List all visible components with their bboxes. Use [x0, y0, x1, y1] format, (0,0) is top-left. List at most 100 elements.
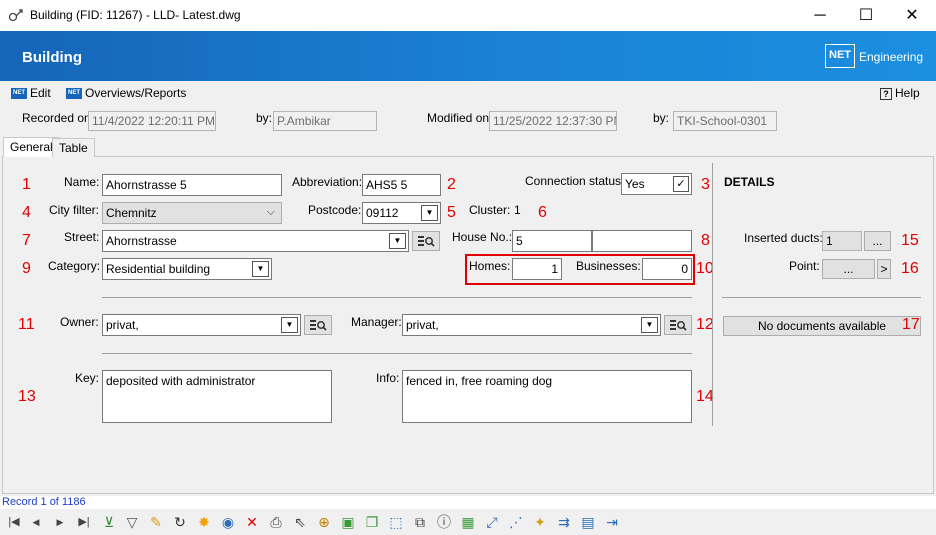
- image-icon[interactable]: ▦: [458, 512, 478, 532]
- recorded-on-field: 11/4/2022 12:20:11 PM: [88, 111, 216, 131]
- search-list-icon: [310, 320, 327, 331]
- exit-icon[interactable]: ⇥: [602, 512, 622, 532]
- street-label: Street:: [64, 230, 100, 244]
- documents-status: No documents available: [723, 316, 921, 336]
- dropdown-arrow-icon[interactable]: ▼: [281, 317, 298, 333]
- delete-icon[interactable]: ✕: [242, 512, 262, 532]
- add-filter-icon[interactable]: ⊻: [99, 512, 119, 532]
- modified-on-label: Modified on:: [427, 111, 493, 125]
- recorded-on-label: Recorded on:: [22, 111, 95, 125]
- dropdown-arrow-icon[interactable]: ▼: [641, 317, 658, 333]
- select-area-icon[interactable]: ⬚: [386, 512, 406, 532]
- globe-icon[interactable]: ◉: [218, 512, 238, 532]
- menu-edit[interactable]: NET Edit: [11, 86, 51, 100]
- homes-label: Homes:: [469, 259, 511, 273]
- street-search-button[interactable]: [412, 231, 440, 251]
- maximize-button[interactable]: ☐: [843, 0, 889, 31]
- house-no-input[interactable]: 5: [512, 230, 592, 252]
- form-title: Building: [22, 49, 82, 66]
- modified-by-field: TKI-School-0301: [673, 111, 777, 131]
- annotation-17: 17: [902, 316, 920, 333]
- owner-select[interactable]: privat, ▼: [102, 314, 301, 336]
- name-input[interactable]: Ahornstrasse 5: [102, 174, 282, 196]
- header-banner: Building NET Engineering: [0, 31, 936, 81]
- city-filter-value: Chemnitz: [106, 206, 157, 220]
- shape-icon[interactable]: ▣: [338, 512, 358, 532]
- search-list-icon: [670, 320, 687, 331]
- point-button[interactable]: ...: [822, 259, 875, 279]
- key-label: Key:: [75, 371, 100, 385]
- house-no-suffix-input[interactable]: [592, 230, 692, 252]
- house-no-label: House No.:: [452, 230, 513, 244]
- annotation-13: 13: [18, 388, 36, 405]
- annotation-9: 9: [22, 260, 31, 277]
- copy-icon[interactable]: ⧉: [410, 512, 430, 532]
- annotation-4: 4: [22, 204, 31, 221]
- connection-status-field[interactable]: Yes ✓: [621, 173, 692, 195]
- connection-status-label: Connection status:: [525, 174, 625, 188]
- businesses-input[interactable]: 0: [642, 258, 692, 280]
- manager-select[interactable]: privat, ▼: [402, 314, 661, 336]
- net-logo: NET: [825, 44, 855, 68]
- annotation-6: 6: [538, 204, 547, 221]
- first-record-icon[interactable]: |◀: [4, 512, 24, 532]
- postcode-select[interactable]: 09112 ▼: [362, 202, 441, 224]
- connection-status-checkbox[interactable]: ✓: [673, 176, 689, 192]
- city-filter-select[interactable]: Chemnitz ⌵: [102, 202, 282, 224]
- new-item-icon[interactable]: ✦: [530, 512, 550, 532]
- menu-overviews-reports[interactable]: NET Overviews/Reports: [66, 86, 186, 100]
- window-title: Building (FID: 11267) - LLD- Latest.dwg: [30, 8, 241, 22]
- zoom-icon[interactable]: ⊕: [314, 512, 334, 532]
- menu-help[interactable]: ? Help: [880, 86, 920, 100]
- cluster-value: 1: [514, 203, 521, 217]
- filter-icon[interactable]: ▽: [122, 512, 142, 532]
- line-tool-icon[interactable]: ⤢: [482, 512, 502, 532]
- abbreviation-input[interactable]: AHS5 5: [362, 174, 441, 196]
- owner-search-button[interactable]: [304, 315, 332, 335]
- abbreviation-label: Abbreviation:: [292, 175, 363, 189]
- dropdown-arrow-icon[interactable]: ▼: [389, 233, 406, 249]
- print-icon[interactable]: ⎙: [266, 512, 286, 532]
- menu-edit-label: Edit: [30, 86, 51, 100]
- inserted-ducts-field: 1: [822, 231, 862, 251]
- dashed-line-icon[interactable]: ⋰: [506, 512, 526, 532]
- table-edit-icon[interactable]: ▤: [578, 512, 598, 532]
- pick-cursor-icon[interactable]: ⇖: [290, 512, 310, 532]
- postcode-label: Postcode:: [308, 203, 362, 217]
- net-icon: NET: [11, 88, 27, 100]
- details-separator: [722, 297, 921, 298]
- info-icon[interactable]: ⓘ: [434, 512, 454, 532]
- duplicate-shape-icon[interactable]: ❐: [362, 512, 382, 532]
- annotation-8: 8: [701, 232, 710, 249]
- category-select[interactable]: Residential building ▼: [102, 258, 272, 280]
- refresh-icon[interactable]: ↻: [170, 512, 190, 532]
- bottom-toolbar: |◀ ◀ ▶ ▶| ⊻ ▽ ✎ ↻ ✸ ◉ ✕ ⎙ ⇖ ⊕ ▣ ❐ ⬚ ⧉ ⓘ …: [0, 509, 936, 535]
- help-icon: ?: [880, 87, 892, 100]
- homes-input[interactable]: 1: [512, 258, 562, 280]
- next-record-icon[interactable]: ▶: [50, 512, 70, 532]
- tab-table[interactable]: Table: [52, 138, 95, 157]
- point-next-button[interactable]: >: [877, 259, 891, 279]
- dropdown-arrow-icon[interactable]: ▼: [421, 205, 438, 221]
- dropdown-arrow-icon[interactable]: ▼: [252, 261, 269, 277]
- key-textarea[interactable]: deposited with administrator: [102, 370, 332, 423]
- modified-by-label: by:: [653, 111, 670, 125]
- info-textarea[interactable]: fenced in, free roaming dog: [402, 370, 692, 423]
- previous-record-icon[interactable]: ◀: [26, 512, 46, 532]
- minimize-button[interactable]: ─: [797, 0, 843, 31]
- street-select[interactable]: Ahornstrasse ▼: [102, 230, 409, 252]
- last-record-icon[interactable]: ▶|: [74, 512, 94, 532]
- highlight-icon[interactable]: ✸: [194, 512, 214, 532]
- manager-search-button[interactable]: [664, 315, 692, 335]
- annotation-2: 2: [447, 176, 456, 193]
- cluster-label: Cluster:: [469, 203, 511, 217]
- edit-pencil-icon[interactable]: ✎: [146, 512, 166, 532]
- owner-value: privat,: [106, 318, 139, 332]
- owner-label: Owner:: [60, 315, 99, 329]
- close-button[interactable]: ✕: [889, 0, 935, 31]
- transfer-icon[interactable]: ⇉: [554, 512, 574, 532]
- inserted-ducts-button[interactable]: ...: [864, 231, 891, 251]
- logo-text: Engineering: [859, 50, 924, 64]
- menu-overviews-label: Overviews/Reports: [85, 86, 187, 100]
- annotation-7: 7: [22, 232, 31, 249]
